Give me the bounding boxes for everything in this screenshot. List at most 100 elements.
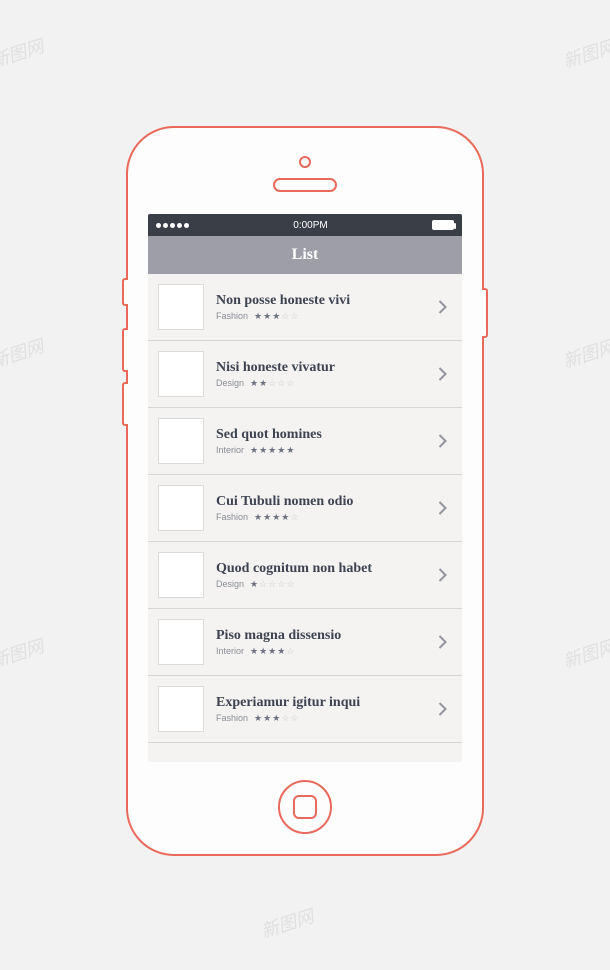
chevron-right-icon [432,300,452,314]
star-filled-icon: ★ [272,312,280,321]
list-item[interactable]: Cui Tubuli nomen odioFashion★★★★☆ [148,475,462,542]
list-item[interactable]: Experiamur igitur inquiFashion★★★☆☆ [148,676,462,743]
list-item-title: Piso magna dissensio [216,628,432,644]
list-item-subline: Design★☆☆☆☆ [216,579,432,589]
list-item[interactable]: Non posse honeste vivi Fashion★★★☆☆ [148,274,462,341]
phone-frame: 0:00PM List Non posse honeste vivi Fashio… [126,126,484,856]
star-filled-icon: ★ [259,379,267,388]
list-item-category: Fashion [216,512,248,522]
star-empty-icon: ☆ [277,580,285,589]
list-item-category: Interior [216,445,244,455]
rating-stars: ★★★☆☆ [254,714,298,723]
status-bar: 0:00PM [148,214,462,236]
star-filled-icon: ★ [272,513,280,522]
star-filled-icon: ★ [259,647,267,656]
chevron-right-icon [432,702,452,716]
mute-switch[interactable] [122,278,128,306]
battery-icon [432,220,454,230]
list-item-subline: Fashion★★★☆☆ [216,713,432,723]
thumbnail [158,552,204,598]
chevron-right-icon [432,367,452,381]
nav-bar: List [148,236,462,274]
list-item-body: Nisi honeste vivaturDesign★★☆☆☆ [204,360,432,388]
chevron-right-icon [432,434,452,448]
star-filled-icon: ★ [277,647,285,656]
star-empty-icon: ☆ [277,379,285,388]
star-filled-icon: ★ [250,580,258,589]
star-filled-icon: ★ [268,446,276,455]
list-item-subline: Interior ★★★★☆ [216,646,432,656]
list-item-body: Experiamur igitur inquiFashion★★★☆☆ [204,695,432,723]
star-empty-icon: ☆ [268,379,276,388]
list-item-body: Piso magna dissensio Interior ★★★★☆ [204,628,432,656]
star-filled-icon: ★ [254,513,262,522]
rating-stars: ★★★★☆ [250,647,294,656]
volume-down-button[interactable] [122,382,128,426]
list[interactable]: Non posse honeste viviFashion★★★☆☆Nisi h… [148,274,462,743]
status-time: 0:00PM [293,220,327,231]
star-empty-icon: ☆ [286,379,294,388]
watermark: 新图网 [559,632,610,673]
speaker-icon [273,178,337,192]
list-item-category: Design [216,378,244,388]
star-filled-icon: ★ [263,312,271,321]
star-filled-icon: ★ [281,513,289,522]
star-filled-icon: ★ [277,446,285,455]
list-item[interactable]: Piso magna dissensio Interior ★★★★☆ [148,609,462,676]
star-filled-icon: ★ [272,714,280,723]
list-item-body: Non posse honeste vivi Fashion★★★☆☆ [204,293,432,321]
thumbnail [158,351,204,397]
star-filled-icon: ★ [286,446,294,455]
thumbnail [158,418,204,464]
home-button[interactable] [278,780,332,834]
star-empty-icon: ☆ [281,312,289,321]
thumbnail [158,485,204,531]
list-item-subline: Fashion★★★☆☆ [216,311,432,321]
rating-stars: ★★★☆☆ [254,312,298,321]
list-item-title: Sed quot homines [216,427,432,443]
star-filled-icon: ★ [250,446,258,455]
list-item-category: Fashion [216,713,248,723]
signal-icon [156,223,189,228]
watermark: 新图网 [0,632,47,673]
home-button-icon [293,795,317,819]
watermark: 新图网 [559,332,610,373]
rating-stars: ★★☆☆☆ [250,379,294,388]
list-item-title: Experiamur igitur inqui [216,695,432,711]
power-button[interactable] [482,288,488,338]
page-title: List [292,246,319,264]
screen: 0:00PM List Non posse honeste vivi Fashio… [148,214,462,762]
list-item-title: Non posse honeste vivi [216,293,432,309]
star-filled-icon: ★ [268,647,276,656]
camera-icon [299,156,311,168]
list-item-subline: Interior★★★★★ [216,445,432,455]
list-item[interactable]: Nisi honeste vivaturDesign★★☆☆☆ [148,341,462,408]
rating-stars: ★★★★★ [250,446,294,455]
volume-up-button[interactable] [122,328,128,372]
list-item-body: Quod cognitum non habetDesign★☆☆☆☆ [204,561,432,589]
star-empty-icon: ☆ [290,312,298,321]
list-item-subline: Fashion★★★★☆ [216,512,432,522]
list-item-title: Quod cognitum non habet [216,561,432,577]
watermark: 新图网 [0,32,47,73]
star-filled-icon: ★ [254,714,262,723]
watermark: 新图网 [257,902,316,943]
watermark: 新图网 [559,32,610,73]
chevron-right-icon [432,568,452,582]
star-empty-icon: ☆ [286,580,294,589]
star-empty-icon: ☆ [268,580,276,589]
star-filled-icon: ★ [254,312,262,321]
thumbnail [158,284,204,330]
thumbnail [158,619,204,665]
star-filled-icon: ★ [259,446,267,455]
list-item-category: Design [216,579,244,589]
list-item-category: Interior [216,646,244,656]
star-empty-icon: ☆ [290,513,298,522]
star-empty-icon: ☆ [259,580,267,589]
list-item[interactable]: Sed quot hominesInterior★★★★★ [148,408,462,475]
star-empty-icon: ☆ [290,714,298,723]
chevron-right-icon [432,501,452,515]
list-item[interactable]: Quod cognitum non habetDesign★☆☆☆☆ [148,542,462,609]
star-filled-icon: ★ [250,379,258,388]
thumbnail [158,686,204,732]
